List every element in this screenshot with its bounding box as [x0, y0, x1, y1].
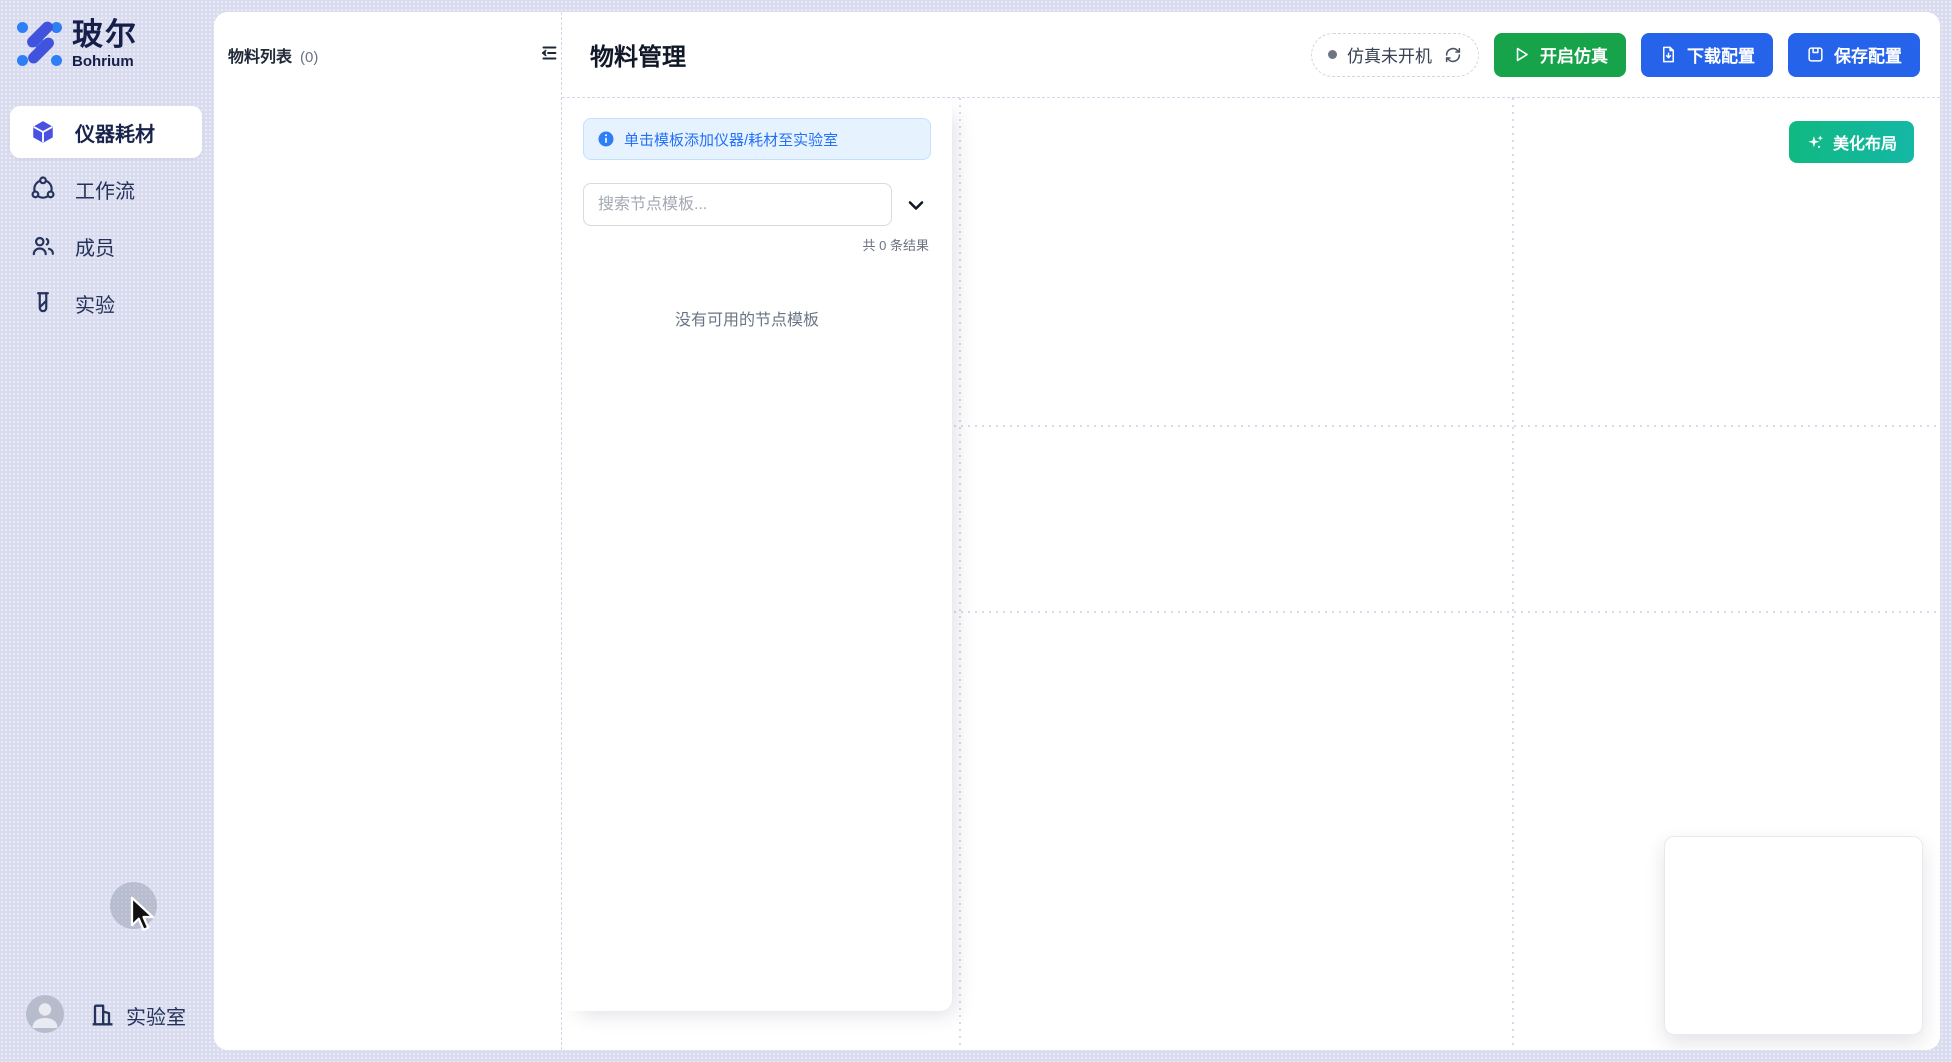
bohrium-logo-icon	[16, 18, 64, 68]
refresh-icon[interactable]	[1444, 46, 1462, 64]
sidebar-item-label: 成员	[75, 232, 115, 261]
sidebar-item-experiments[interactable]: 实验	[0, 277, 214, 329]
minimap[interactable]	[1664, 836, 1923, 1035]
material-list-panel: 物料列表 (0)	[214, 12, 562, 1050]
save-icon	[1806, 45, 1825, 64]
avatar[interactable]	[26, 995, 64, 1033]
download-config-label: 下载配置	[1687, 42, 1755, 67]
download-config-button[interactable]: 下载配置	[1641, 33, 1773, 77]
info-icon	[597, 130, 615, 148]
chevron-down-icon[interactable]	[904, 193, 928, 217]
canvas-guide-vertical	[1512, 98, 1514, 1050]
material-list-header: 物料列表 (0)	[228, 43, 318, 67]
sidebar-item-instruments[interactable]: 仪器耗材	[10, 106, 202, 158]
empty-state-text: 没有可用的节点模板	[562, 306, 952, 330]
layout-canvas[interactable]: 单击模板添加仪器/耗材至实验室 共 0 条结果 没有可用的节点模板 美化布局	[562, 98, 1940, 1050]
sidebar-nav: 仪器耗材 工作流 成员 实验	[0, 106, 214, 334]
sidebar-item-workflow[interactable]: 工作流	[0, 163, 214, 215]
material-list-title: 物料列表	[228, 43, 292, 67]
workflow-icon	[30, 176, 56, 202]
template-panel: 单击模板添加仪器/耗材至实验室 共 0 条结果 没有可用的节点模板	[562, 98, 952, 1011]
save-config-label: 保存配置	[1834, 42, 1902, 67]
play-icon	[1512, 45, 1531, 64]
cube-icon	[30, 119, 56, 145]
lab-building-icon	[88, 1001, 116, 1029]
sidebar-footer: 实验室	[0, 992, 214, 1038]
start-simulation-button[interactable]: 开启仿真	[1494, 33, 1626, 77]
download-file-icon	[1659, 45, 1678, 64]
mouse-cursor	[122, 894, 162, 934]
sidebar-item-label: 实验	[75, 289, 115, 318]
tip-banner: 单击模板添加仪器/耗材至实验室	[583, 118, 931, 160]
canvas-guide-vertical	[959, 98, 961, 1050]
lab-switcher[interactable]: 实验室	[88, 992, 186, 1038]
page-title: 物料管理	[590, 37, 686, 72]
status-label: 仿真未开机	[1347, 42, 1432, 67]
material-list-count: (0)	[300, 49, 318, 66]
lab-label: 实验室	[126, 1001, 186, 1030]
results-count: 共 0 条结果	[562, 235, 929, 254]
beautify-layout-button[interactable]: 美化布局	[1789, 121, 1914, 163]
save-config-button[interactable]: 保存配置	[1788, 33, 1920, 77]
simulation-status-pill[interactable]: 仿真未开机	[1311, 33, 1479, 77]
tip-text: 单击模板添加仪器/耗材至实验室	[624, 129, 838, 150]
sidebar-item-label: 仪器耗材	[75, 118, 155, 147]
test-tube-icon	[30, 290, 56, 316]
search-row	[583, 183, 931, 226]
brand-name-zh: 玻尔	[72, 18, 138, 52]
sidebar-item-label: 工作流	[75, 175, 135, 204]
main-card: 物料列表 (0) 物料管理 仿真未开机 开启仿真 下载配置	[214, 12, 1940, 1050]
members-icon	[30, 233, 56, 259]
sidebar: 玻尔 Bohrium 仪器耗材 工作流 成员 实验	[0, 0, 214, 1062]
search-input[interactable]	[583, 183, 892, 226]
collapse-panel-icon[interactable]	[538, 42, 560, 64]
header-actions: 仿真未开机 开启仿真 下载配置 保存配置	[1311, 33, 1920, 77]
brand-logo: 玻尔 Bohrium	[16, 18, 138, 70]
brand-name-en: Bohrium	[72, 53, 138, 70]
page-header: 物料管理 仿真未开机 开启仿真 下载配置 保存配置	[562, 12, 1940, 98]
sparkles-icon	[1806, 133, 1825, 152]
start-simulation-label: 开启仿真	[1540, 42, 1608, 67]
beautify-layout-label: 美化布局	[1833, 130, 1897, 154]
status-dot	[1328, 50, 1337, 59]
sidebar-item-members[interactable]: 成员	[0, 220, 214, 272]
